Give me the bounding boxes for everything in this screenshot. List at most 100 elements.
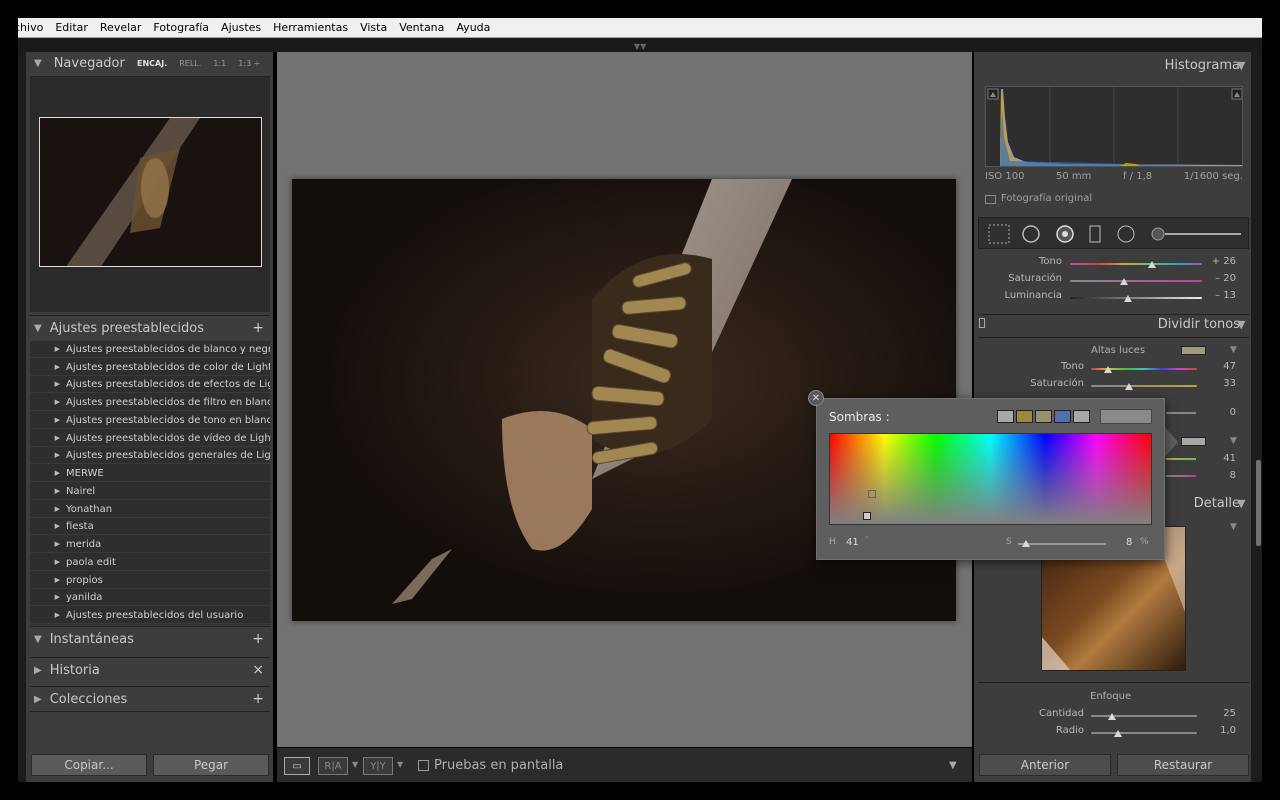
preset-folder[interactable]: ▶ Ajustes preestablecidos de filtro en bl…	[30, 394, 270, 411]
reset-button[interactable]: Restaurar	[1117, 754, 1249, 776]
navigator-header[interactable]: ▼ Navegador	[34, 56, 125, 71]
preset-folder[interactable]: ▶ Ajustes preestablecidos generales de Li…	[30, 447, 270, 464]
highlights-color-swatch[interactable]	[1181, 346, 1206, 355]
preset-swatch[interactable]	[997, 410, 1014, 423]
preset-folder[interactable]: ▶ Ajustes preestablecidos de vídeo de Lig…	[30, 430, 270, 447]
menu-ventana[interactable]: Ventana	[399, 21, 444, 34]
preset-folder[interactable]: ▶ Ajustes preestablecidos de color de Lig…	[30, 359, 270, 376]
menu-herramientas[interactable]: Herramientas	[273, 21, 348, 34]
saturation-label: S	[1006, 537, 1012, 547]
hsl-luminance-row[interactable]: Luminancia – 13	[978, 290, 1249, 304]
menu-editar[interactable]: Editar	[55, 21, 88, 34]
collections-header[interactable]: ▶ Colecciones +	[30, 686, 270, 712]
preset-folder[interactable]: ▶ yanilda	[30, 589, 270, 606]
hsl-saturation-row[interactable]: Saturación – 20	[978, 273, 1249, 287]
preset-folder[interactable]: ▶ fiesta	[30, 518, 270, 535]
collapse-triangle-icon[interactable]: ▼	[1237, 497, 1245, 510]
hue-value[interactable]: 41	[846, 537, 859, 548]
saturation-value[interactable]: 8	[1126, 537, 1132, 548]
histogram-title[interactable]: Histograma	[1165, 58, 1240, 73]
shadows-saturation-track[interactable]	[1166, 475, 1196, 477]
menu-archivo[interactable]: chivo	[18, 21, 43, 34]
preset-folder[interactable]: ▶ propios	[30, 572, 270, 589]
menu-revelar[interactable]: Revelar	[100, 21, 142, 34]
zoom-1-3[interactable]: 1:3 ÷	[238, 59, 260, 68]
sharpen-amount-slider[interactable]	[1108, 713, 1117, 720]
shadows-color-marker[interactable]	[863, 512, 871, 520]
add-preset-icon[interactable]: +	[252, 320, 264, 336]
hsl-luminance-slider[interactable]	[1124, 295, 1133, 302]
sharpen-radius-row[interactable]: Radio 1,0	[978, 725, 1249, 739]
shadows-color-swatch[interactable]	[1181, 437, 1206, 446]
highlights-color-marker[interactable]	[868, 490, 876, 498]
sharpen-amount-row[interactable]: Cantidad 25	[978, 708, 1249, 722]
snapshots-header[interactable]: ▼ Instantáneas +	[30, 626, 270, 652]
sharpen-radius-slider[interactable]	[1113, 730, 1122, 737]
highlights-saturation-row[interactable]: Saturación 33	[978, 378, 1249, 392]
navigator-thumbnail[interactable]	[39, 117, 262, 267]
color-spectrum[interactable]	[829, 433, 1152, 525]
preset-folder[interactable]: ▶ Ajustes preestablecidos de blanco y neg…	[30, 341, 270, 358]
toolbar-menu-chevron-icon[interactable]: ▼	[949, 760, 957, 771]
collapse-triangle-icon[interactable]: ▼	[1237, 318, 1245, 331]
panel-toggle-switch[interactable]	[979, 318, 985, 328]
preset-swatch[interactable]	[1073, 410, 1090, 423]
preset-folder[interactable]: ▶ Ajustes preestablecidos de tono en blan…	[30, 412, 270, 429]
menu-ayuda[interactable]: Ayuda	[456, 21, 490, 34]
highlights-saturation-slider[interactable]	[1125, 383, 1134, 390]
copy-button[interactable]: Copiar...	[31, 754, 147, 776]
history-header[interactable]: ▶ Historia ×	[30, 657, 270, 683]
hsl-saturation-slider[interactable]	[1120, 278, 1129, 285]
menu-fotografia[interactable]: Fotografía	[153, 21, 209, 34]
highlights-tone-row[interactable]: Tono 47	[978, 361, 1249, 375]
preset-swatch[interactable]	[1054, 410, 1071, 423]
presets-header[interactable]: ▼ Ajustes preestablecidos +	[30, 315, 270, 341]
view-dropdown-icon[interactable]: ▼	[352, 760, 358, 769]
right-edge	[1251, 52, 1262, 782]
previous-button[interactable]: Anterior	[979, 754, 1111, 776]
before-after-swap-button[interactable]: Y|Y	[363, 757, 393, 775]
soft-proofing-checkbox[interactable]	[418, 760, 429, 771]
add-snapshot-icon[interactable]: +	[252, 631, 264, 647]
presets-list: ▶ Ajustes preestablecidos de blanco y neg…	[30, 341, 270, 625]
top-panel-toggle-icon[interactable]: ▼▼	[634, 42, 646, 51]
loupe-view-button[interactable]: ▭	[284, 757, 310, 775]
original-photo-checkbox[interactable]	[985, 195, 996, 204]
saturation-slider[interactable]	[1021, 540, 1030, 547]
shadows-dropdown-icon[interactable]: ▼	[1230, 436, 1237, 446]
preset-folder[interactable]: ▶ Ajustes preestablecidos del usuario	[30, 607, 270, 624]
preset-swatch[interactable]	[1035, 410, 1052, 423]
preset-folder[interactable]: ▶ Yonathan	[30, 501, 270, 518]
clear-history-icon[interactable]: ×	[252, 662, 264, 678]
detail-title[interactable]: Detalle	[1194, 496, 1240, 511]
hsl-tone-slider[interactable]	[1147, 261, 1156, 268]
menu-ajustes[interactable]: Ajustes	[221, 21, 261, 34]
zoom-fill[interactable]: RELL.	[179, 59, 201, 68]
hsl-tone-row[interactable]: Tono + 26	[978, 256, 1249, 270]
right-panel-scrollbar[interactable]	[1256, 460, 1261, 546]
expand-triangle-icon: ▶	[54, 469, 60, 477]
collapse-triangle-icon[interactable]: ▼	[1237, 59, 1245, 72]
preset-swatch[interactable]	[1016, 410, 1033, 423]
swap-dropdown-icon[interactable]: ▼	[397, 760, 403, 769]
highlights-tone-slider[interactable]	[1103, 366, 1112, 373]
preset-folder[interactable]: ▶ Ajustes preestablecidos de efectos de L…	[30, 376, 270, 393]
paste-button[interactable]: Pegar	[153, 754, 269, 776]
zoom-fit[interactable]: ENCAJ.	[137, 59, 167, 68]
histogram-graph[interactable]	[985, 86, 1243, 167]
preset-folder[interactable]: ▶ Nairel	[30, 483, 270, 500]
graduated-filter-icon	[1089, 225, 1101, 243]
close-icon[interactable]: ✕	[808, 390, 824, 406]
before-after-view-button[interactable]: R|A	[318, 757, 348, 775]
menu-vista[interactable]: Vista	[360, 21, 387, 34]
saturation-track[interactable]	[1018, 543, 1106, 545]
zoom-1-1[interactable]: 1:1	[213, 59, 226, 68]
preset-folder[interactable]: ▶ MERWE	[30, 465, 270, 482]
add-collection-icon[interactable]: +	[252, 691, 264, 707]
detail-preview-toggle-icon[interactable]: ▼	[1230, 522, 1237, 532]
shadows-tone-track[interactable]	[1166, 458, 1196, 460]
balance-track[interactable]	[1166, 412, 1196, 414]
highlights-dropdown-icon[interactable]: ▼	[1230, 345, 1237, 355]
preset-folder[interactable]: ▶ paola edit	[30, 554, 270, 571]
preset-folder[interactable]: ▶ merida	[30, 536, 270, 553]
